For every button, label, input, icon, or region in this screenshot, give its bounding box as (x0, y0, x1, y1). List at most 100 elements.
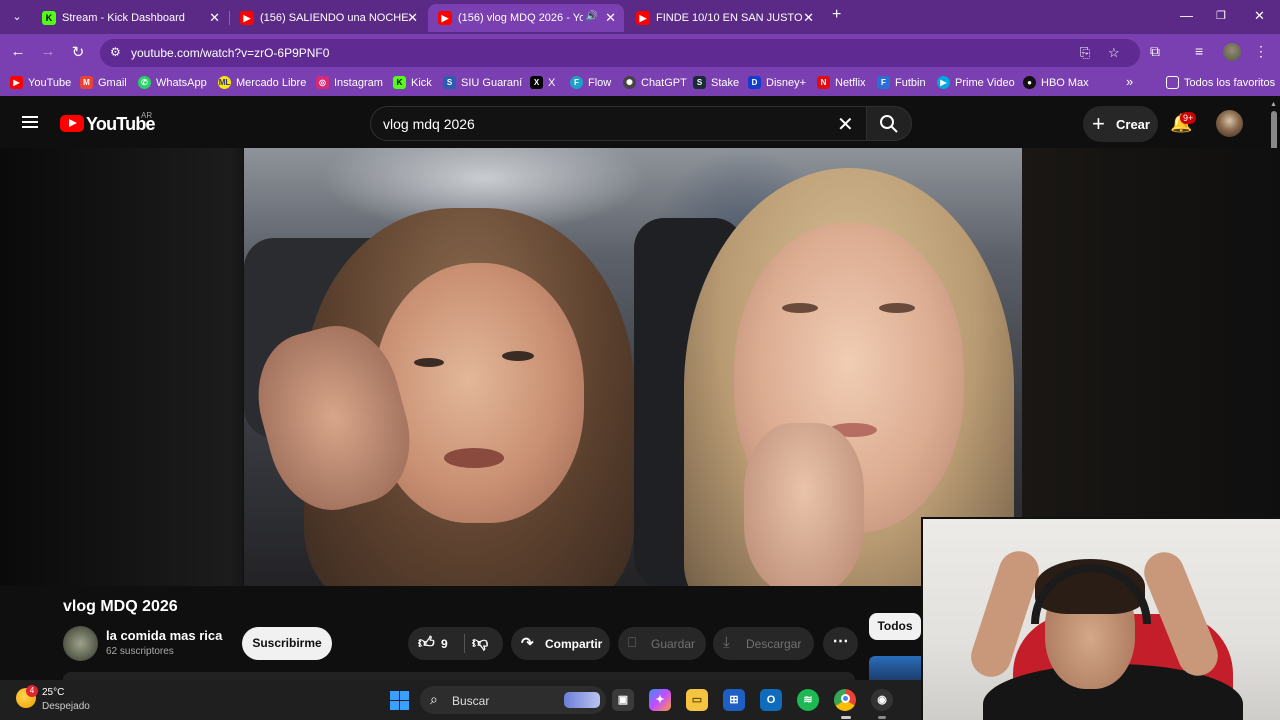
bookmark-gmail[interactable]: M Gmail (80, 76, 127, 89)
plus-icon: + (1092, 111, 1105, 136)
eye (879, 303, 915, 313)
url-text[interactable]: youtube.com/watch?v=zrO-6P9PNF0 (131, 46, 329, 60)
taskbar-search-placeholder: Buscar (452, 694, 490, 708)
instagram-icon: ◎ (316, 76, 329, 89)
restore-icon[interactable]: ❐ (1216, 9, 1226, 22)
person-left-face (374, 263, 584, 523)
like-dislike-group: 👍︎ 9 👎︎ (408, 627, 503, 660)
app-red-dot-icon[interactable]: ◉ (871, 689, 893, 711)
user-avatar[interactable] (1216, 110, 1243, 137)
more-bookmarks-chevron-icon[interactable]: » (1126, 74, 1133, 89)
save-button[interactable]: ⎕ Guardar (618, 627, 706, 660)
chrome-icon[interactable] (834, 689, 856, 711)
scroll-up-arrow-icon[interactable]: ▲ (1270, 101, 1277, 108)
youtube-logo-icon[interactable] (60, 115, 84, 132)
close-tab-icon[interactable]: ✕ (605, 10, 616, 26)
speaker-icon[interactable]: 🔊 (586, 11, 598, 22)
clear-search-icon[interactable]: ✕ (837, 112, 854, 137)
forward-arrow-icon[interactable]: → (38, 43, 58, 60)
channel-avatar[interactable] (63, 626, 98, 661)
windows-taskbar: 4 25°C Despejado ⌕ Buscar ▣ ✦ ▭ ⊞ O ≋ ◉ (0, 680, 921, 720)
create-button[interactable]: + Crear (1083, 106, 1158, 142)
bookmark-prime-video[interactable]: ▶ Prime Video (937, 76, 1015, 89)
share-button[interactable]: ↷ Compartir (511, 627, 610, 660)
channel-name[interactable]: la comida mas rica (106, 628, 222, 643)
bookmark-whatsapp[interactable]: ✆ WhatsApp (138, 76, 207, 89)
bookmark-netflix[interactable]: N Netflix (817, 76, 866, 89)
bookmark-kick[interactable]: K Kick (393, 76, 432, 89)
siu-guarani-icon: S (443, 76, 456, 89)
menu-hamburger-icon[interactable] (22, 116, 38, 128)
tab-search-button[interactable]: ⌄ (6, 7, 28, 27)
media-controls-icon[interactable]: ≡ (1195, 43, 1203, 59)
weather-description[interactable]: Despejado (42, 701, 90, 712)
divider (464, 634, 465, 653)
search-button[interactable] (866, 106, 912, 141)
description-box[interactable] (63, 672, 855, 680)
outlook-icon[interactable]: O (760, 689, 782, 711)
bookmark-instagram[interactable]: ◎ Instagram (316, 76, 383, 89)
bookmark-futbin[interactable]: F Futbin (877, 76, 926, 89)
recommended-thumbnail[interactable] (869, 656, 929, 680)
minimize-icon[interactable]: — (1180, 8, 1193, 23)
all-bookmarks-folder[interactable]: Todos los favoritos (1166, 76, 1275, 89)
bookmark-icon: ⎕ (628, 634, 637, 650)
install-app-icon[interactable]: ⎘ (1080, 45, 1090, 61)
bookmark-label: Stake (711, 76, 740, 89)
subscribe-button[interactable]: Suscribirme (242, 627, 332, 660)
browser-profile-avatar[interactable] (1223, 43, 1241, 61)
tab-saliendo[interactable]: ▶ (156) SALIENDO una NOCHE de ✕ (230, 4, 426, 32)
file-explorer-icon[interactable]: ▭ (686, 689, 708, 711)
bookmark-stake[interactable]: S Stake (693, 76, 739, 89)
bookmark-mercado-libre[interactable]: ML Mercado Libre (218, 76, 306, 89)
bookmark-label: HBO Max (1041, 76, 1089, 89)
back-arrow-icon[interactable]: ← (8, 43, 28, 60)
close-tab-icon[interactable]: ✕ (209, 10, 220, 26)
whatsapp-icon: ✆ (138, 76, 151, 89)
weather-temp[interactable]: 25°C (42, 687, 64, 698)
task-view-icon[interactable]: ▣ (612, 689, 634, 711)
bookmark-hbo-max[interactable]: ● HBO Max (1023, 76, 1089, 89)
bookmark-x[interactable]: XX (530, 76, 555, 89)
close-tab-icon[interactable]: ✕ (803, 10, 814, 26)
new-tab-button[interactable]: + (832, 6, 841, 24)
tab-title: (156) SALIENDO una NOCHE de (260, 12, 410, 24)
bookmark-label: Gmail (98, 76, 127, 89)
tab-finde[interactable]: ▶ FINDE 10/10 EN SAN JUSTO (o ✕ (626, 4, 822, 32)
more-actions-icon[interactable]: ⋯ (823, 627, 858, 660)
bookmark-star-icon[interactable]: ☆ (1108, 45, 1120, 61)
youtube-icon: ▶ (10, 76, 23, 89)
like-thumb-icon[interactable]: 👍︎ (418, 634, 435, 653)
bookmark-flow[interactable]: F Flow (570, 76, 611, 89)
bookmark-disney[interactable]: D Disney+ (748, 76, 806, 89)
browser-menu-icon[interactable]: ⋮ (1254, 43, 1268, 60)
video-frame[interactable] (244, 148, 1022, 586)
close-tab-icon[interactable]: ✕ (407, 10, 418, 26)
search-input[interactable]: vlog mdq 2026 ✕ (370, 106, 866, 141)
search-query[interactable]: vlog mdq 2026 (383, 116, 475, 132)
extensions-icon[interactable]: ⧉ (1150, 43, 1160, 60)
tab-vlog-mdq[interactable]: ▶ (156) vlog MDQ 2026 - You 🔊 ✕ (428, 4, 624, 32)
site-info-icon[interactable]: ⚙ (110, 45, 121, 59)
download-button[interactable]: ⤓ Descargar (713, 627, 814, 660)
bookmark-label: Flow (588, 76, 612, 89)
dislike-thumb-icon[interactable]: 👎︎ (472, 634, 488, 653)
bookmark-label: WhatsApp (156, 76, 207, 89)
bookmark-youtube[interactable]: ▶ YouTube (10, 76, 71, 89)
close-window-icon[interactable]: ✕ (1254, 8, 1265, 24)
bookmark-chatgpt[interactable]: ✺ ChatGPT (623, 76, 687, 89)
tab-kick-dashboard[interactable]: K Stream - Kick Dashboard ✕ (32, 4, 228, 32)
microsoft-store-icon[interactable]: ⊞ (723, 689, 745, 711)
address-bar[interactable]: ⚙ youtube.com/watch?v=zrO-6P9PNF0 ⎘ ☆ (100, 39, 1140, 67)
reload-icon[interactable]: ↻ (68, 43, 88, 61)
copilot-icon[interactable]: ✦ (649, 689, 671, 711)
mercado-libre-icon: ML (218, 76, 231, 89)
create-label: Crear (1116, 117, 1150, 132)
netflix-icon: N (817, 76, 830, 89)
taskbar-search[interactable]: ⌕ Buscar (420, 686, 606, 714)
windows-start-icon[interactable] (390, 691, 409, 710)
bookmark-siu-guarani[interactable]: S SIU Guaraní (443, 76, 522, 89)
filter-chip-todos[interactable]: Todos (869, 613, 921, 640)
bookmark-label: Netflix (835, 76, 866, 89)
spotify-icon[interactable]: ≋ (797, 689, 819, 711)
